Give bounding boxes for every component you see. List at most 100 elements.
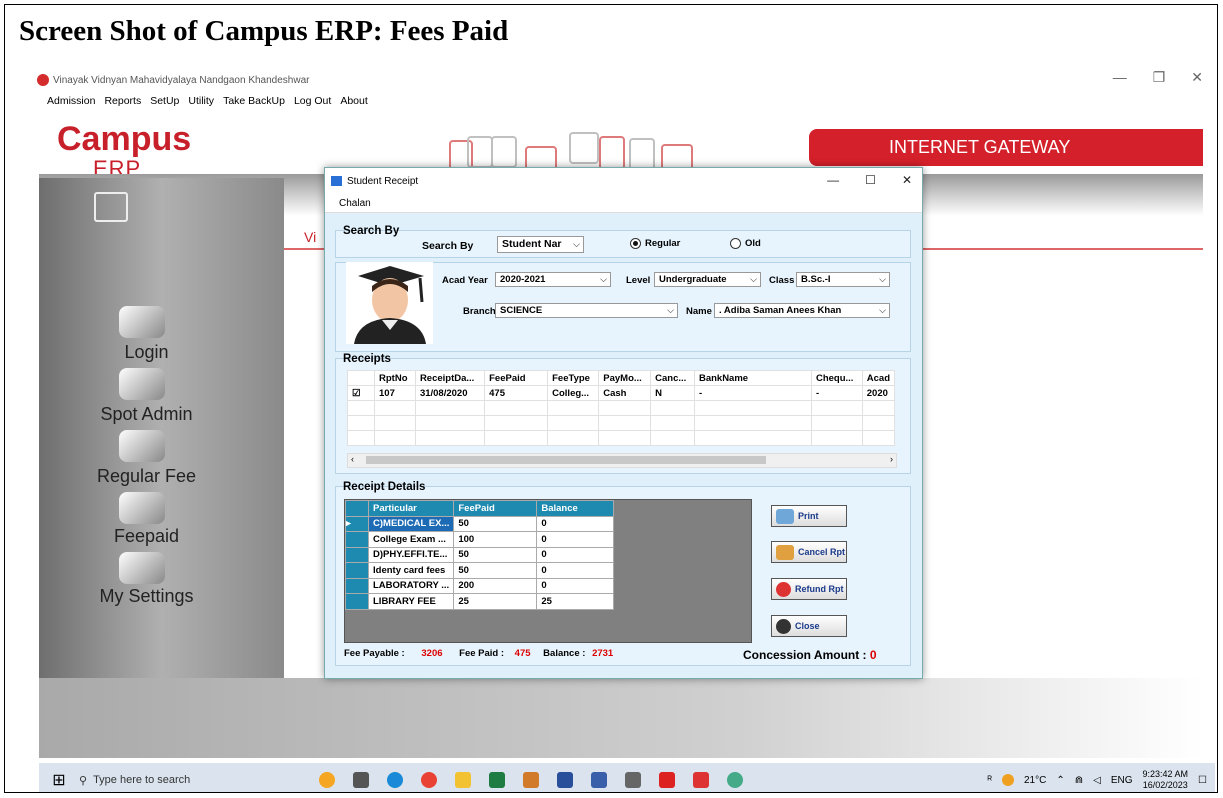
sidebar-item-login[interactable]: Login xyxy=(39,342,254,363)
class-select[interactable]: B.Sc.-I ⌵ xyxy=(796,272,890,287)
people-icon[interactable]: ᴿ xyxy=(987,775,992,786)
table-row[interactable]: LABORATORY ... 200 0 xyxy=(345,577,615,594)
column-header[interactable]: FeePaid xyxy=(453,500,538,517)
browser-icon[interactable] xyxy=(727,772,743,788)
weather-icon[interactable] xyxy=(1001,774,1014,786)
table-cell[interactable]: 0 xyxy=(536,577,615,594)
table-cell[interactable]: 0 xyxy=(536,562,615,579)
branch-select[interactable]: SCIENCE ⌵ xyxy=(495,303,678,318)
menu-setup[interactable]: SetUp xyxy=(150,95,179,107)
chevron-up-icon[interactable]: ⌃ xyxy=(1056,775,1064,786)
clock[interactable]: 9:23:42 AM 16/02/2023 xyxy=(1142,769,1188,791)
column-header[interactable]: Balance xyxy=(536,500,615,517)
table-cell[interactable]: 100 xyxy=(453,531,538,548)
table-cell[interactable]: 0 xyxy=(536,515,615,532)
sidebar-item-spot-admin[interactable]: Spot Admin xyxy=(39,404,254,425)
table-cell[interactable]: 50 xyxy=(453,562,538,579)
notification-icon[interactable]: ☐ xyxy=(1198,775,1207,786)
table-cell[interactable]: 25 xyxy=(536,593,615,610)
receipts-horizontal-scrollbar[interactable]: ‹ › xyxy=(347,453,897,468)
acad-year-select[interactable]: 2020-2021 ⌵ xyxy=(495,272,611,287)
level-select[interactable]: Undergraduate ⌵ xyxy=(654,272,761,287)
column-header[interactable]: FeePaid xyxy=(484,370,549,386)
restore-icon[interactable]: ❐ xyxy=(1153,69,1166,86)
dialog-minimize-icon[interactable]: — xyxy=(827,173,839,187)
task-view-icon[interactable] xyxy=(353,772,369,788)
table-cell[interactable]: Identy card fees xyxy=(367,562,455,579)
table-row[interactable]: LIBRARY FEE 25 25 xyxy=(345,593,615,610)
table-cell[interactable]: LABORATORY ... xyxy=(367,577,455,594)
table-cell[interactable]: D)PHY.EFFI.TE... xyxy=(367,546,455,563)
refund-receipt-button[interactable]: Refund Rpt xyxy=(771,578,847,600)
scrollbar-thumb[interactable] xyxy=(366,456,766,464)
column-header[interactable]: Particular xyxy=(367,500,455,517)
menu-log-out[interactable]: Log Out xyxy=(294,95,331,107)
menu-about[interactable]: About xyxy=(340,95,367,107)
name-select[interactable]: . Adiba Saman Anees Khan ⌵ xyxy=(714,303,890,318)
close-icon[interactable]: ✕ xyxy=(1191,69,1203,86)
print-button[interactable]: Print xyxy=(771,505,847,527)
cancel-receipt-button[interactable]: Cancel Rpt xyxy=(771,541,847,563)
table-cell[interactable]: 50 xyxy=(453,546,538,563)
notepad-icon[interactable] xyxy=(557,772,573,788)
radio-regular[interactable]: Regular xyxy=(630,238,680,249)
table-cell[interactable]: College Exam ... xyxy=(367,531,455,548)
table-cell[interactable]: 0 xyxy=(536,531,615,548)
pdf-icon[interactable] xyxy=(659,772,675,788)
flower-icon[interactable] xyxy=(319,772,335,788)
chevron-left-icon[interactable]: ‹ xyxy=(351,454,354,464)
column-header[interactable]: BankName xyxy=(693,370,812,386)
dialog-close-icon[interactable]: ✕ xyxy=(902,173,912,187)
table-cell[interactable]: 25 xyxy=(453,593,538,610)
printer-icon[interactable] xyxy=(625,772,641,788)
table-row[interactable]: Identy card fees 50 0 xyxy=(345,562,615,579)
sidebar-item-regular-fee[interactable]: Regular Fee xyxy=(39,466,254,487)
internet-gateway-banner[interactable]: INTERNET GATEWAY xyxy=(809,129,1203,166)
menu-chalan[interactable]: Chalan xyxy=(339,198,371,209)
minimize-icon[interactable]: — xyxy=(1113,69,1127,86)
column-header[interactable] xyxy=(347,370,375,386)
app-icon[interactable] xyxy=(523,772,539,788)
temperature[interactable]: 21°C xyxy=(1024,775,1046,786)
column-header[interactable]: RptNo xyxy=(374,370,416,386)
table-row[interactable]: ☑ 107 31/08/2020 475 Colleg... Cash N - … xyxy=(347,385,896,401)
excel-icon[interactable] xyxy=(489,772,505,788)
radio-old[interactable]: Old xyxy=(730,238,761,249)
network-icon[interactable]: ⋒ xyxy=(1075,775,1083,786)
editor-icon[interactable] xyxy=(591,772,607,788)
menu-admission[interactable]: Admission xyxy=(47,95,95,107)
table-cell[interactable]: 0 xyxy=(536,546,615,563)
table-row[interactable]: D)PHY.EFFI.TE... 50 0 xyxy=(345,546,615,563)
windows-start-icon[interactable]: ⊞ xyxy=(39,770,79,790)
column-header[interactable]: PayMo... xyxy=(598,370,652,386)
volume-icon[interactable]: ◁ xyxy=(1093,775,1101,786)
file-explorer-icon[interactable] xyxy=(455,772,471,788)
sidebar-item-my-settings[interactable]: My Settings xyxy=(39,586,254,607)
table-cell[interactable]: 200 xyxy=(453,577,538,594)
column-header[interactable]: Canc... xyxy=(650,370,695,386)
table-cell[interactable]: LIBRARY FEE xyxy=(367,593,455,610)
chrome-icon[interactable] xyxy=(421,772,437,788)
column-header[interactable]: ReceiptDa... xyxy=(414,370,486,386)
table-row[interactable]: ▸ C)MEDICAL EX... 50 0 xyxy=(345,515,615,532)
language-indicator[interactable]: ENG xyxy=(1111,775,1133,786)
table-cell[interactable]: C)MEDICAL EX... xyxy=(367,515,455,532)
taskbar-search[interactable]: ⚲ Type here to search xyxy=(79,763,249,792)
search-by-select[interactable]: Student Nar ⌵ xyxy=(497,236,584,253)
refund-icon xyxy=(776,581,791,597)
sidebar-item-feepaid[interactable]: Feepaid xyxy=(39,526,254,547)
edge-icon[interactable] xyxy=(387,772,403,788)
menu-utility[interactable]: Utility xyxy=(188,95,214,107)
dialog-maximize-icon[interactable]: ☐ xyxy=(865,173,876,187)
menu-reports[interactable]: Reports xyxy=(104,95,141,107)
erp-icon[interactable] xyxy=(693,772,709,788)
table-cell[interactable]: 50 xyxy=(453,515,538,532)
column-header[interactable]: Chequ... xyxy=(810,370,863,386)
menu-take-backup[interactable]: Take BackUp xyxy=(223,95,285,107)
chevron-right-icon[interactable]: › xyxy=(890,454,893,464)
row-checkbox[interactable]: ☑ xyxy=(347,385,375,401)
table-row[interactable]: College Exam ... 100 0 xyxy=(345,531,615,548)
column-header[interactable]: FeeType xyxy=(547,370,600,386)
close-button[interactable]: Close xyxy=(771,615,847,637)
column-header[interactable]: Acad xyxy=(861,370,896,386)
